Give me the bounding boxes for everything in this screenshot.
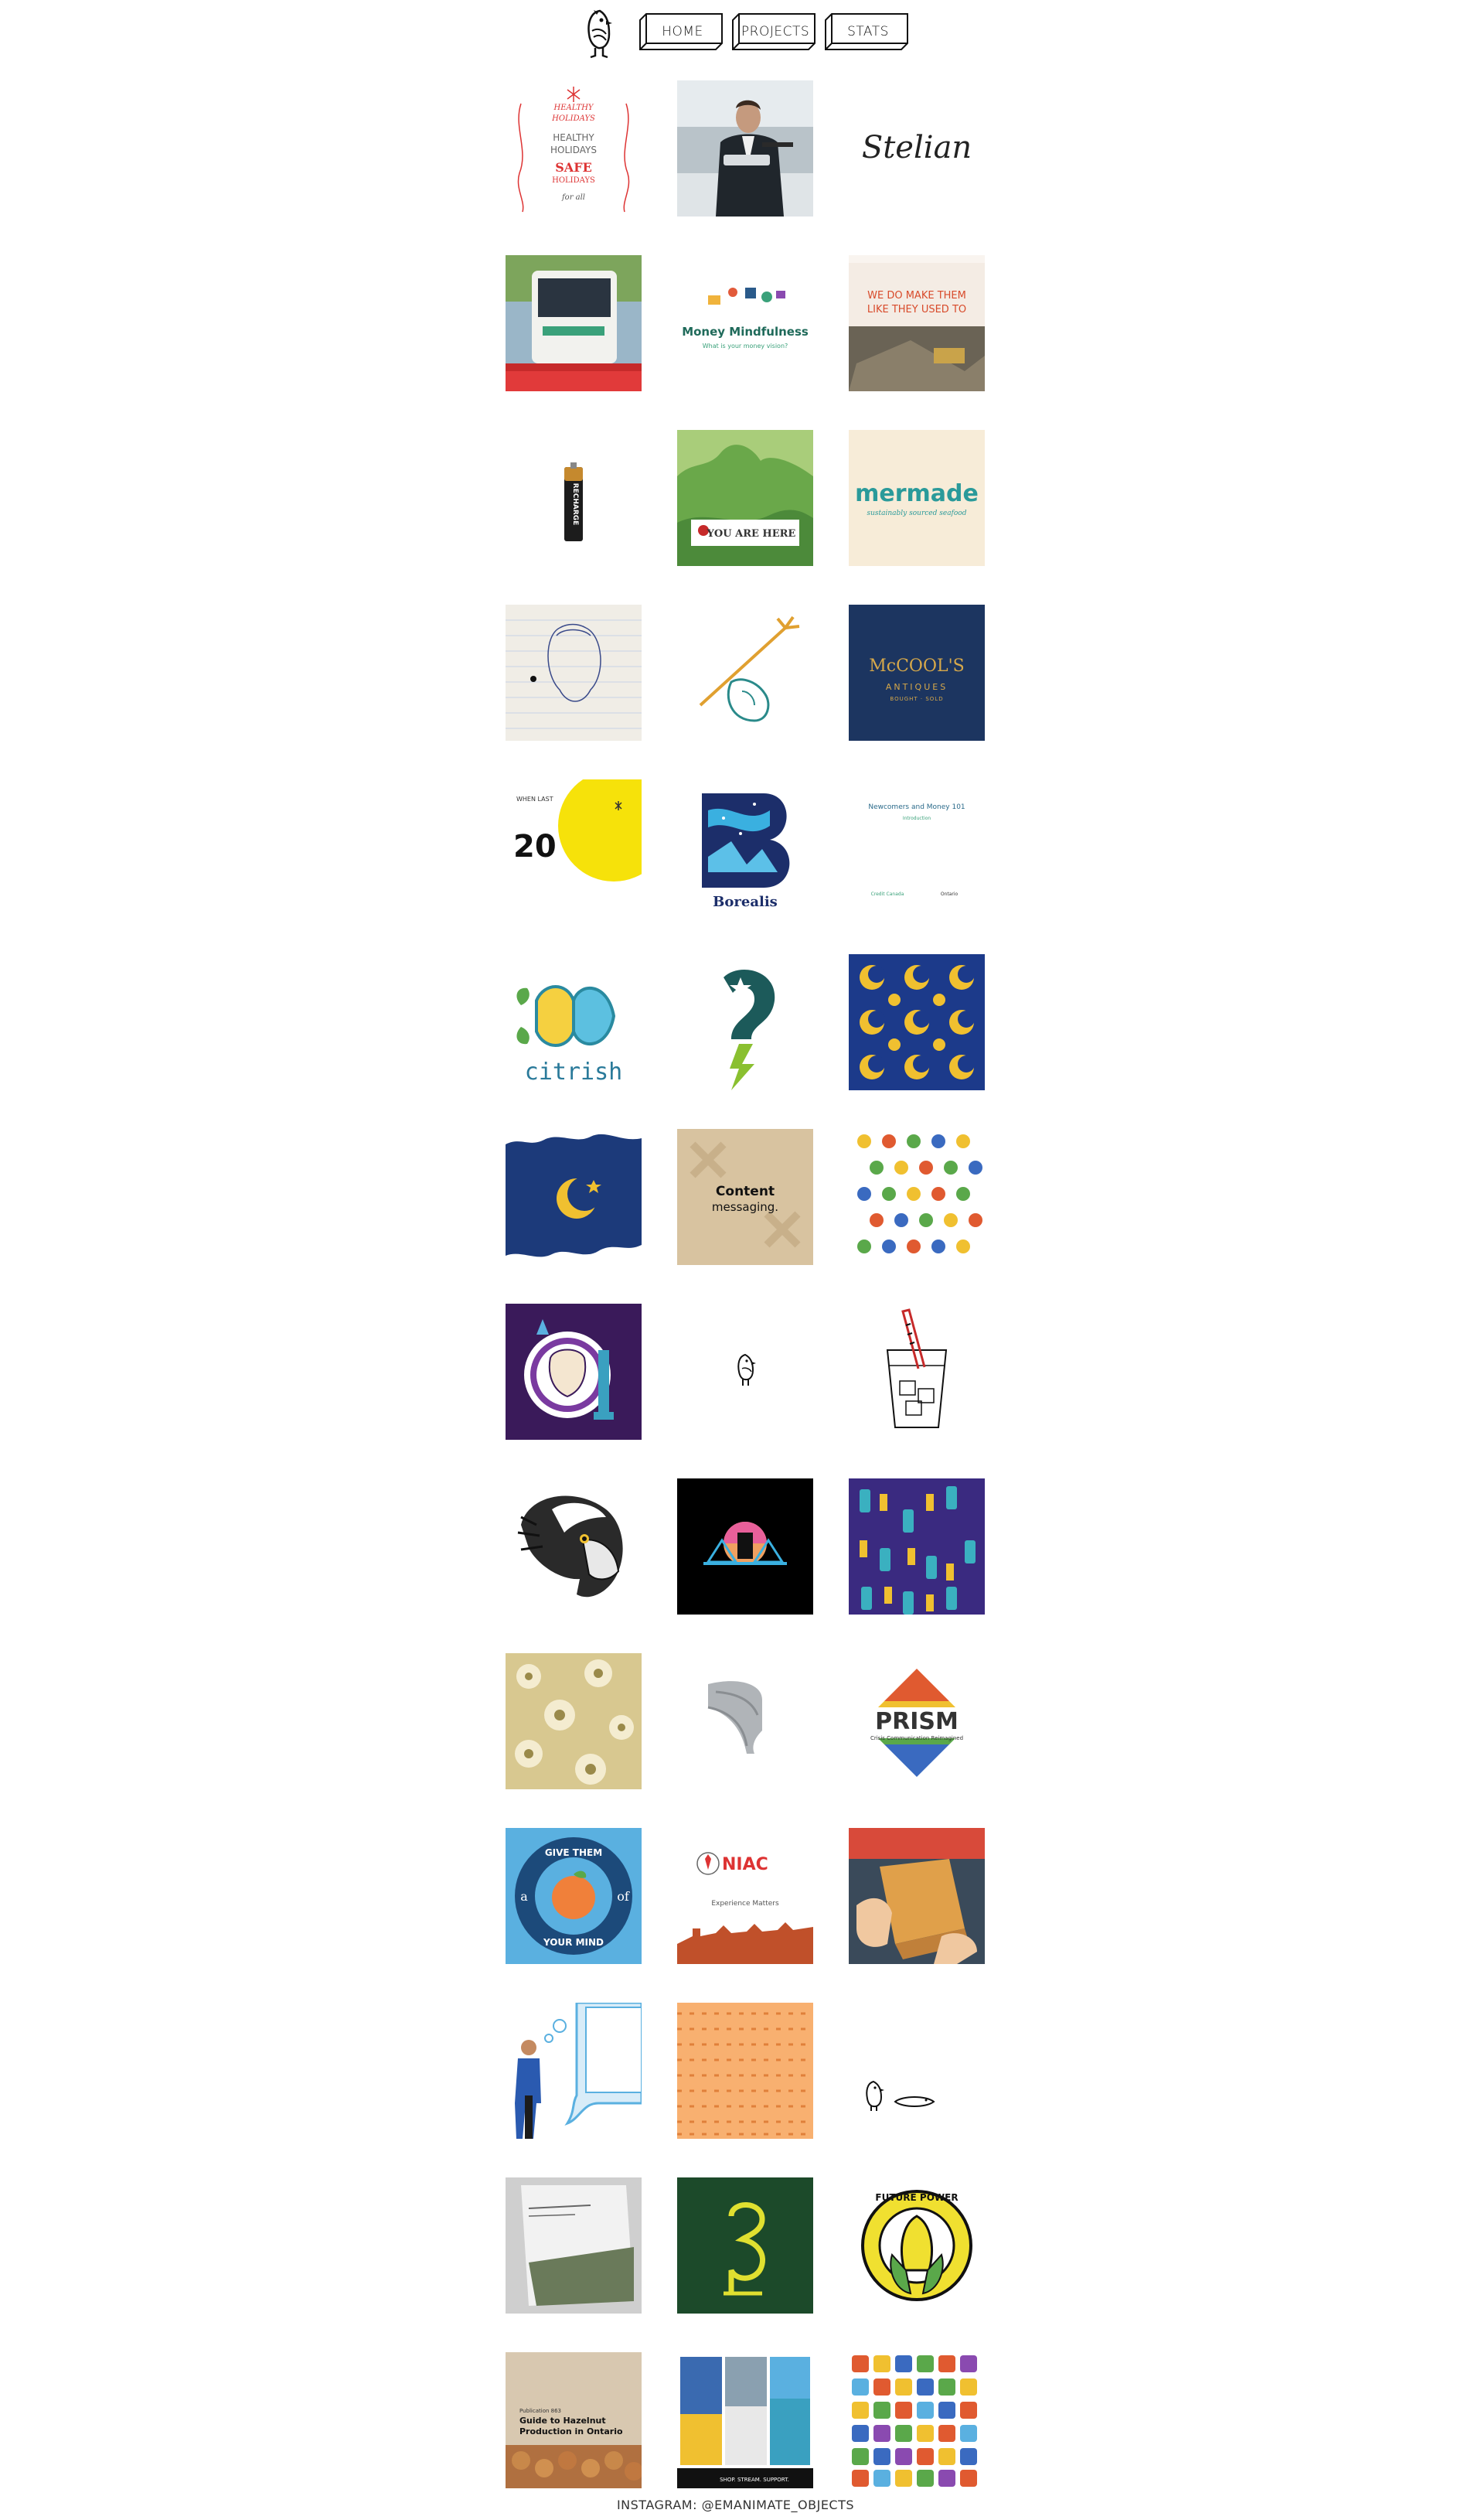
project-tile-lemon-2020[interactable]: WHEN LAST 20 bbox=[506, 779, 642, 916]
t1-safe: SAFE bbox=[555, 160, 592, 175]
project-tile-posters[interactable]: SHOP. STREAM. SUPPORT. bbox=[677, 2352, 813, 2488]
t16-text: citrish bbox=[525, 1059, 622, 1086]
t1-l5: for all bbox=[561, 193, 585, 202]
t12-l2: ANTIQUES bbox=[886, 682, 948, 692]
t1-l3a: HEALTHY bbox=[553, 132, 594, 143]
project-tile-package-hands[interactable] bbox=[849, 1828, 985, 1964]
project-tile-battery[interactable]: RECHARGE bbox=[506, 430, 642, 566]
project-tile-niac[interactable]: NIAC Experience Matters bbox=[677, 1828, 813, 1964]
t40-l1: Guide to Hazelnut bbox=[519, 2416, 606, 2426]
project-tile-give-peach[interactable]: GIVE THEM YOUR MIND a of bbox=[506, 1828, 642, 1964]
project-tile-chess-pattern[interactable] bbox=[849, 1478, 985, 1615]
project-tile-liberty-chess[interactable] bbox=[506, 1304, 642, 1440]
t32-title: NIAC bbox=[722, 1855, 768, 1874]
t6-l1: WE DO MAKE THEM bbox=[867, 290, 966, 302]
t13-num: 20 bbox=[513, 829, 557, 864]
project-tile-signature[interactable]: Stelian bbox=[849, 80, 985, 217]
t1-l3b: HOLIDAYS bbox=[550, 145, 597, 155]
site-header: HOME PROJECTS STATS bbox=[0, 8, 1471, 59]
project-tile-drink-glass[interactable] bbox=[849, 1304, 985, 1440]
nav-stats-label: STATS bbox=[847, 24, 889, 39]
t39-text: FUTURE POWER bbox=[875, 2192, 958, 2203]
t30-sub: Crisis Communication Reimagined bbox=[870, 1735, 963, 1741]
t30-title: PRISM bbox=[875, 1708, 959, 1735]
t31-top: GIVE THEM bbox=[545, 1847, 602, 1858]
t31-a: a bbox=[520, 1889, 528, 1904]
t13-head: WHEN LAST bbox=[516, 796, 553, 803]
nav-home-label: HOME bbox=[662, 24, 703, 39]
project-tile-vintage-ad[interactable]: WE DO MAKE THEM LIKE THEY USED TO bbox=[849, 255, 985, 391]
project-tile-content-messaging[interactable]: Content messaging. bbox=[677, 1129, 813, 1265]
t20-l2: messaging. bbox=[712, 1200, 778, 1214]
project-tile-you-are-here[interactable]: YOU ARE HERE bbox=[677, 430, 813, 566]
nav-projects-button[interactable]: PROJECTS bbox=[731, 12, 816, 51]
project-tile-statue-sketch[interactable] bbox=[506, 605, 642, 741]
project-tile-wing[interactable] bbox=[677, 1653, 813, 1789]
t15-foot2: Ontario bbox=[941, 892, 959, 897]
project-tile-floral-pattern[interactable] bbox=[506, 1653, 642, 1789]
project-tile-healthy-holidays[interactable]: HEALTHY HOLIDAYS HEALTHY HOLIDAYS SAFE H… bbox=[506, 80, 642, 217]
nav-projects-label: PROJECTS bbox=[741, 24, 810, 39]
project-tile-brochure[interactable] bbox=[506, 2177, 642, 2314]
t15-sub: Introduction bbox=[903, 816, 931, 821]
t41-foot: SHOP. STREAM. SUPPORT. bbox=[720, 2477, 789, 2483]
t6-l2: LIKE THEY USED TO bbox=[867, 304, 966, 315]
project-tile-green-logo[interactable] bbox=[677, 2177, 813, 2314]
project-tile-letters-pattern[interactable] bbox=[849, 2352, 985, 2488]
project-tile-fruit-pattern[interactable] bbox=[849, 1129, 985, 1265]
t1-l4: HOLIDAYS bbox=[552, 176, 595, 185]
project-tile-thinking-man[interactable] bbox=[506, 2003, 642, 2139]
t9-sub: sustainably sourced seafood bbox=[867, 510, 966, 517]
instagram-footer[interactable]: INSTAGRAM: @EMANIMATE_OBJECTS bbox=[0, 2498, 1471, 2512]
t14-text: Borealis bbox=[713, 894, 778, 910]
project-tile-money-mindfulness[interactable]: Money Mindfulness What is your money vis… bbox=[677, 255, 813, 391]
project-tile-bus-photo[interactable] bbox=[506, 255, 642, 391]
t40-l2: Production in Ontario bbox=[519, 2426, 623, 2436]
t5-sub: What is your money vision? bbox=[703, 343, 788, 350]
t1-l1: HEALTHY bbox=[553, 104, 594, 112]
t12-l3: BOUGHT · SOLD bbox=[890, 696, 943, 702]
t7-text: RECHARGE bbox=[571, 483, 579, 526]
project-tile-hazelnut[interactable]: Publication 863 Guide to Hazelnut Produc… bbox=[506, 2352, 642, 2488]
t20-l1: Content bbox=[716, 1184, 775, 1199]
t40-l0: Publication 863 bbox=[519, 2408, 561, 2414]
project-tile-newcomers[interactable]: Newcomers and Money 101 Introduction Cre… bbox=[849, 779, 985, 916]
project-tile-star-bolt[interactable] bbox=[677, 954, 813, 1090]
project-tile-prism[interactable]: PRISM Crisis Communication Reimagined bbox=[849, 1653, 985, 1789]
project-tile-castle-night[interactable] bbox=[677, 1478, 813, 1615]
project-tile-orange-pattern[interactable] bbox=[677, 2003, 813, 2139]
project-tile-bird-small[interactable] bbox=[677, 1304, 813, 1440]
nav-stats-button[interactable]: STATS bbox=[824, 12, 909, 51]
bird-logo-icon[interactable] bbox=[583, 8, 615, 59]
t8-text: YOU ARE HERE bbox=[707, 528, 796, 540]
project-tile-bird-lying[interactable] bbox=[849, 2003, 985, 2139]
t32-sub: Experience Matters bbox=[711, 1900, 779, 1908]
project-tile-mccools[interactable]: McCOOL'S ANTIQUES BOUGHT · SOLD bbox=[849, 605, 985, 741]
t1-l2: HOLIDAYS bbox=[551, 114, 595, 123]
project-tile-future-power[interactable]: FUTURE POWER bbox=[849, 2177, 985, 2314]
t31-of: of bbox=[617, 1889, 630, 1904]
t15-foot1: Credit Canada bbox=[871, 892, 904, 897]
t3-signature-text: Stelian bbox=[862, 130, 972, 165]
t9-title: mermade bbox=[855, 480, 979, 507]
project-tile-borealis[interactable]: Borealis bbox=[677, 779, 813, 916]
t5-title: Money Mindfulness bbox=[682, 325, 809, 339]
project-tile-moon-cloud[interactable] bbox=[506, 1129, 642, 1265]
nav-home-button[interactable]: HOME bbox=[638, 12, 724, 51]
project-tile-trident-hand[interactable] bbox=[677, 605, 813, 741]
project-tile-eagle-head[interactable] bbox=[506, 1478, 642, 1615]
t31-bottom: YOUR MIND bbox=[543, 1937, 604, 1948]
project-tile-moon-pattern[interactable] bbox=[849, 954, 985, 1090]
t12-l1: McCOOL'S bbox=[869, 656, 964, 676]
project-tile-man-photo[interactable] bbox=[677, 80, 813, 217]
project-tile-citrish[interactable]: citrish bbox=[506, 954, 642, 1090]
project-tile-mermade[interactable]: mermade sustainably sourced seafood bbox=[849, 430, 985, 566]
t15-title: Newcomers and Money 101 bbox=[868, 803, 965, 811]
